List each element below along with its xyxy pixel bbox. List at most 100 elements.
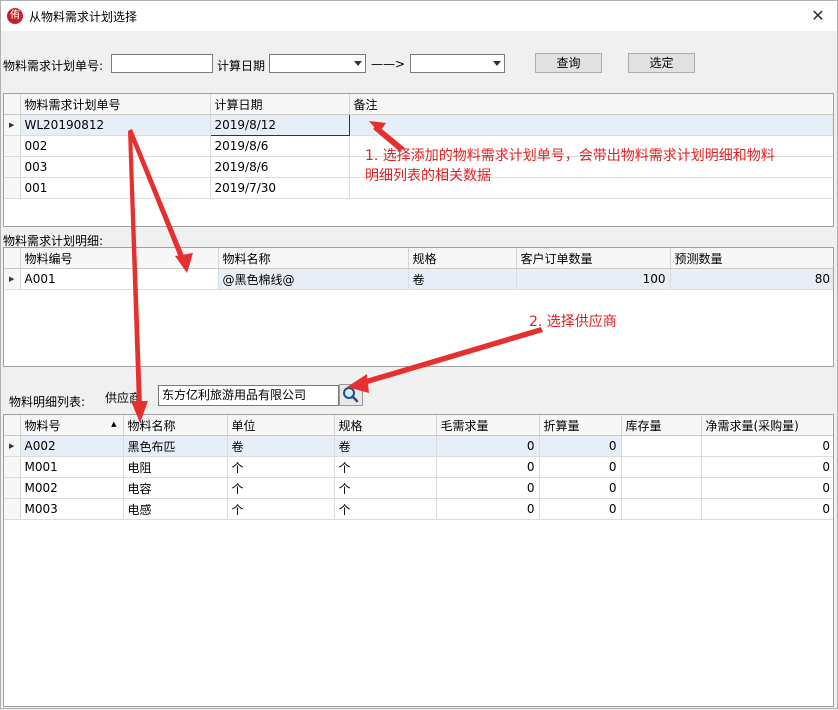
stock-qty-cell[interactable] xyxy=(621,435,702,457)
col-material-name[interactable]: 物料名称 xyxy=(218,248,409,269)
row-pointer-icon: ▶ xyxy=(4,268,21,290)
spec-cell[interactable]: 个 xyxy=(334,498,437,520)
annotation-note-1: 1. 选择添加的物料需求计划单号，会带出物料需求计划明细和物料 明细列表的相关数… xyxy=(365,146,775,186)
spec-cell[interactable]: 个 xyxy=(334,477,437,499)
detail-grid-header: 物料编号 物料名称 规格 客户订单数量 预测数量 xyxy=(4,248,833,269)
supplier-label: 供应商 xyxy=(105,391,142,405)
date-to-combo[interactable] xyxy=(410,54,505,73)
material-code-cell[interactable]: A001 xyxy=(20,268,219,290)
spec-cell[interactable]: 个 xyxy=(334,456,437,478)
stock-qty-cell[interactable] xyxy=(621,498,702,520)
spec-cell[interactable]: 卷 xyxy=(334,435,437,457)
row-pointer-icon: ▶ xyxy=(4,435,21,457)
col-spec[interactable]: 规格 xyxy=(334,415,437,436)
converted-qty-cell[interactable]: 0 xyxy=(539,435,622,457)
gross-demand-cell[interactable]: 0 xyxy=(436,456,540,478)
stock-qty-cell[interactable] xyxy=(621,477,702,499)
converted-qty-cell[interactable]: 0 xyxy=(539,477,622,499)
close-button[interactable]: ✕ xyxy=(807,5,829,27)
material-name-cell[interactable]: 黑色布匹 xyxy=(123,435,228,457)
table-row[interactable]: M003 电感 个 个 0 0 0 xyxy=(4,498,833,520)
table-row[interactable]: ▶ A002 黑色布匹 卷 卷 0 0 0 xyxy=(4,435,833,457)
col-converted-qty[interactable]: 折算量 xyxy=(539,415,622,436)
net-demand-cell[interactable]: 0 xyxy=(701,435,833,457)
order-qty-cell[interactable]: 100 xyxy=(516,268,671,290)
plan-no-input[interactable] xyxy=(111,54,213,73)
unit-cell[interactable]: 个 xyxy=(227,456,335,478)
row-pointer-icon: ▶ xyxy=(4,114,21,136)
unit-cell[interactable]: 个 xyxy=(227,477,335,499)
col-material-name[interactable]: 物料名称 xyxy=(123,415,228,436)
col-material-no[interactable]: 物料号 ▲ xyxy=(20,415,124,436)
window-title: 从物料需求计划选择 xyxy=(29,10,138,24)
supplier-search-button[interactable] xyxy=(339,384,363,406)
search-icon xyxy=(343,387,359,403)
app-icon: 侑 xyxy=(7,8,23,24)
net-demand-cell[interactable]: 0 xyxy=(701,498,833,520)
sort-asc-icon: ▲ xyxy=(111,420,117,428)
calc-date-cell[interactable]: 2019/8/6 xyxy=(210,156,350,178)
col-order-qty[interactable]: 客户订单数量 xyxy=(516,248,671,269)
col-calc-date[interactable]: 计算日期 xyxy=(210,94,350,115)
calc-date-cell[interactable]: 2019/8/12 xyxy=(209,114,350,136)
table-row[interactable]: ▶ A001 @黑色棉线@ 卷 100 80 xyxy=(4,268,833,290)
material-name-cell[interactable]: @黑色棉线@ xyxy=(218,268,409,290)
col-forecast-qty[interactable]: 预测数量 xyxy=(670,248,833,269)
title-bar: 侑 从物料需求计划选择 ✕ xyxy=(1,1,837,31)
net-demand-cell[interactable]: 0 xyxy=(701,456,833,478)
table-row[interactable]: M001 电阻 个 个 0 0 0 xyxy=(4,456,833,478)
col-material-code[interactable]: 物料编号 xyxy=(20,248,219,269)
material-no-cell[interactable]: M002 xyxy=(20,477,124,499)
query-button[interactable]: 查询 xyxy=(535,53,602,73)
dialog-window: 侑 从物料需求计划选择 ✕ 物料需求计划单号: 计算日期 ——> 查询 选定 物… xyxy=(0,0,838,709)
plan-grid-header: 物料需求计划单号 计算日期 备注 xyxy=(4,94,833,115)
detail-grid: 物料编号 物料名称 规格 客户订单数量 预测数量 ▶ A001 @黑色棉线@ 卷… xyxy=(3,247,834,367)
material-name-cell[interactable]: 电阻 xyxy=(123,456,228,478)
material-name-cell[interactable]: 电感 xyxy=(123,498,228,520)
calc-date-cell[interactable]: 2019/7/30 xyxy=(210,177,350,199)
supplier-input[interactable]: 东方亿利旅游用品有限公司 xyxy=(158,385,339,406)
annotation-note-2: 2. 选择供应商 xyxy=(529,314,617,330)
annotation-note-1-line-2: 明细列表的相关数据 xyxy=(365,168,491,184)
table-row[interactable]: M002 电容 个 个 0 0 0 xyxy=(4,477,833,499)
material-grid: 物料号 ▲ 物料名称 单位 规格 毛需求量 折算量 库存量 净需求量(采购量) … xyxy=(3,414,834,707)
plan-no-cell[interactable]: WL20190812 xyxy=(20,114,211,136)
converted-qty-cell[interactable]: 0 xyxy=(539,456,622,478)
plan-no-cell[interactable]: 002 xyxy=(20,135,211,157)
col-stock-qty[interactable]: 库存量 xyxy=(621,415,702,436)
gross-demand-cell[interactable]: 0 xyxy=(436,435,540,457)
material-name-cell[interactable]: 电容 xyxy=(123,477,228,499)
chevron-down-icon xyxy=(354,61,362,66)
forecast-qty-cell[interactable]: 80 xyxy=(670,268,833,290)
col-unit[interactable]: 单位 xyxy=(227,415,335,436)
remark-cell[interactable] xyxy=(349,114,833,136)
spec-cell[interactable]: 卷 xyxy=(408,268,517,290)
unit-cell[interactable]: 个 xyxy=(227,498,335,520)
table-row[interactable]: ▶ WL20190812 2019/8/12 xyxy=(4,114,833,136)
material-no-cell[interactable]: M003 xyxy=(20,498,124,520)
converted-qty-cell[interactable]: 0 xyxy=(539,498,622,520)
material-section-label: 物料明细列表: xyxy=(9,395,86,409)
col-spec[interactable]: 规格 xyxy=(408,248,517,269)
gross-demand-cell[interactable]: 0 xyxy=(436,498,540,520)
col-remark[interactable]: 备注 xyxy=(349,94,833,115)
select-button[interactable]: 选定 xyxy=(628,53,695,73)
calc-date-label: 计算日期 xyxy=(217,59,266,73)
material-grid-header: 物料号 ▲ 物料名称 单位 规格 毛需求量 折算量 库存量 净需求量(采购量) xyxy=(4,415,833,436)
material-no-cell[interactable]: M001 xyxy=(20,456,124,478)
plan-no-cell[interactable]: 001 xyxy=(20,177,211,199)
col-net-demand[interactable]: 净需求量(采购量) xyxy=(701,415,833,436)
col-plan-no[interactable]: 物料需求计划单号 xyxy=(20,94,211,115)
date-from-combo[interactable] xyxy=(269,54,366,73)
calc-date-cell[interactable]: 2019/8/6 xyxy=(210,135,350,157)
annotation-note-1-line-1: 1. 选择添加的物料需求计划单号，会带出物料需求计划明细和物料 xyxy=(365,148,775,164)
col-gross-demand[interactable]: 毛需求量 xyxy=(436,415,540,436)
gross-demand-cell[interactable]: 0 xyxy=(436,477,540,499)
range-arrow: ——> xyxy=(371,57,406,71)
net-demand-cell[interactable]: 0 xyxy=(701,477,833,499)
unit-cell[interactable]: 卷 xyxy=(227,435,335,457)
chevron-down-icon xyxy=(493,61,501,66)
plan-no-cell[interactable]: 003 xyxy=(20,156,211,178)
stock-qty-cell[interactable] xyxy=(621,456,702,478)
material-no-cell[interactable]: A002 xyxy=(20,435,124,457)
